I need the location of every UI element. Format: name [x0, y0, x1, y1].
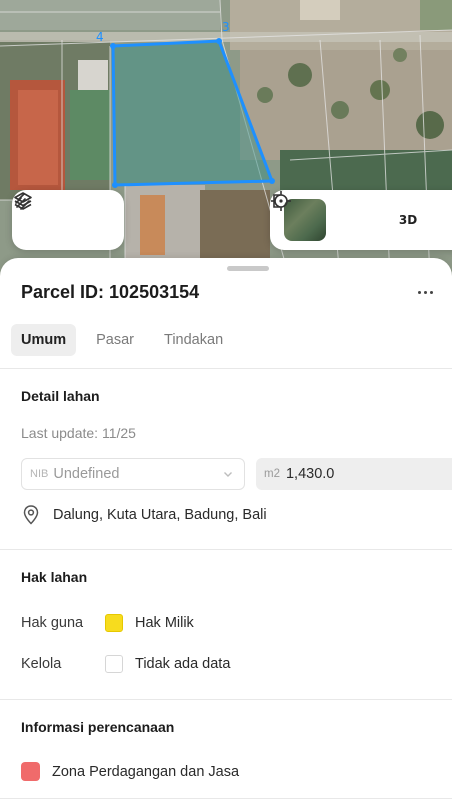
zone-color-swatch	[21, 762, 40, 781]
divider	[0, 699, 452, 700]
location-pin-icon	[23, 505, 39, 525]
vertex-label-3: 3	[222, 20, 230, 34]
rights-value: Tidak ada data	[135, 656, 231, 672]
area-value: 1,430.0	[285, 466, 335, 482]
measure-button[interactable]	[15, 193, 111, 240]
divider	[0, 798, 452, 799]
vertex-label-4: 4	[96, 30, 104, 44]
location-row: Dalung, Kuta Utara, Badung, Bali	[21, 504, 267, 526]
location-text: Dalung, Kuta Utara, Badung, Bali	[53, 507, 267, 523]
nib-select[interactable]: NIB Undefined	[21, 458, 245, 490]
more-options-button[interactable]	[412, 280, 438, 304]
rights-heading: Hak lahan	[21, 569, 88, 585]
parcel-title: Parcel ID: 102503154	[21, 282, 200, 302]
sheet-drag-handle[interactable]	[227, 266, 269, 271]
divider	[0, 549, 452, 550]
locate-button[interactable]	[271, 191, 380, 240]
nib-value: Undefined	[53, 466, 120, 482]
tab-pasar[interactable]: Pasar	[86, 324, 144, 356]
parcel-detail-sheet: Parcel ID: 102503154 Umum Pasar Tindakan…	[0, 258, 452, 804]
map-tools-left	[12, 190, 124, 250]
color-swatch	[105, 655, 123, 673]
rights-row-kelola: Kelola Tidak ada data	[21, 653, 230, 675]
divider	[0, 368, 452, 369]
tab-umum[interactable]: Umum	[11, 324, 77, 356]
color-swatch	[105, 614, 123, 632]
tab-tindakan[interactable]: Tindakan	[154, 324, 233, 356]
zone-text: Zona Perdagangan dan Jasa	[52, 763, 240, 780]
nib-prefix: NIB	[30, 468, 49, 480]
map-view[interactable]: 4 3 3D	[0, 0, 452, 280]
rights-label: Kelola	[21, 656, 62, 672]
chevron-down-icon	[220, 466, 236, 482]
3d-label: 3D	[398, 213, 418, 227]
map-tools-right: 3D	[270, 190, 452, 250]
fullscreen-icon	[273, 194, 280, 208]
detail-heading: Detail lahan	[21, 388, 100, 404]
3d-toggle-button[interactable]: 3D	[388, 200, 428, 240]
rights-row-hak-guna: Hak guna Hak Milik	[21, 612, 194, 634]
area-unit: m2	[264, 468, 280, 480]
fullscreen-button[interactable]	[273, 194, 444, 240]
rights-label: Hak guna	[21, 615, 84, 631]
more-icon	[417, 290, 421, 294]
area-field: m2 1,430.0	[256, 458, 452, 490]
measure-icon	[15, 193, 30, 210]
planning-heading: Informasi perencanaan	[21, 719, 175, 735]
tab-bar: Umum Pasar Tindakan	[11, 324, 233, 356]
last-update-text: Last update: 11/25	[21, 425, 136, 441]
rights-value: Hak Milik	[135, 615, 194, 631]
zone-row: Zona Perdagangan dan Jasa	[21, 762, 239, 781]
